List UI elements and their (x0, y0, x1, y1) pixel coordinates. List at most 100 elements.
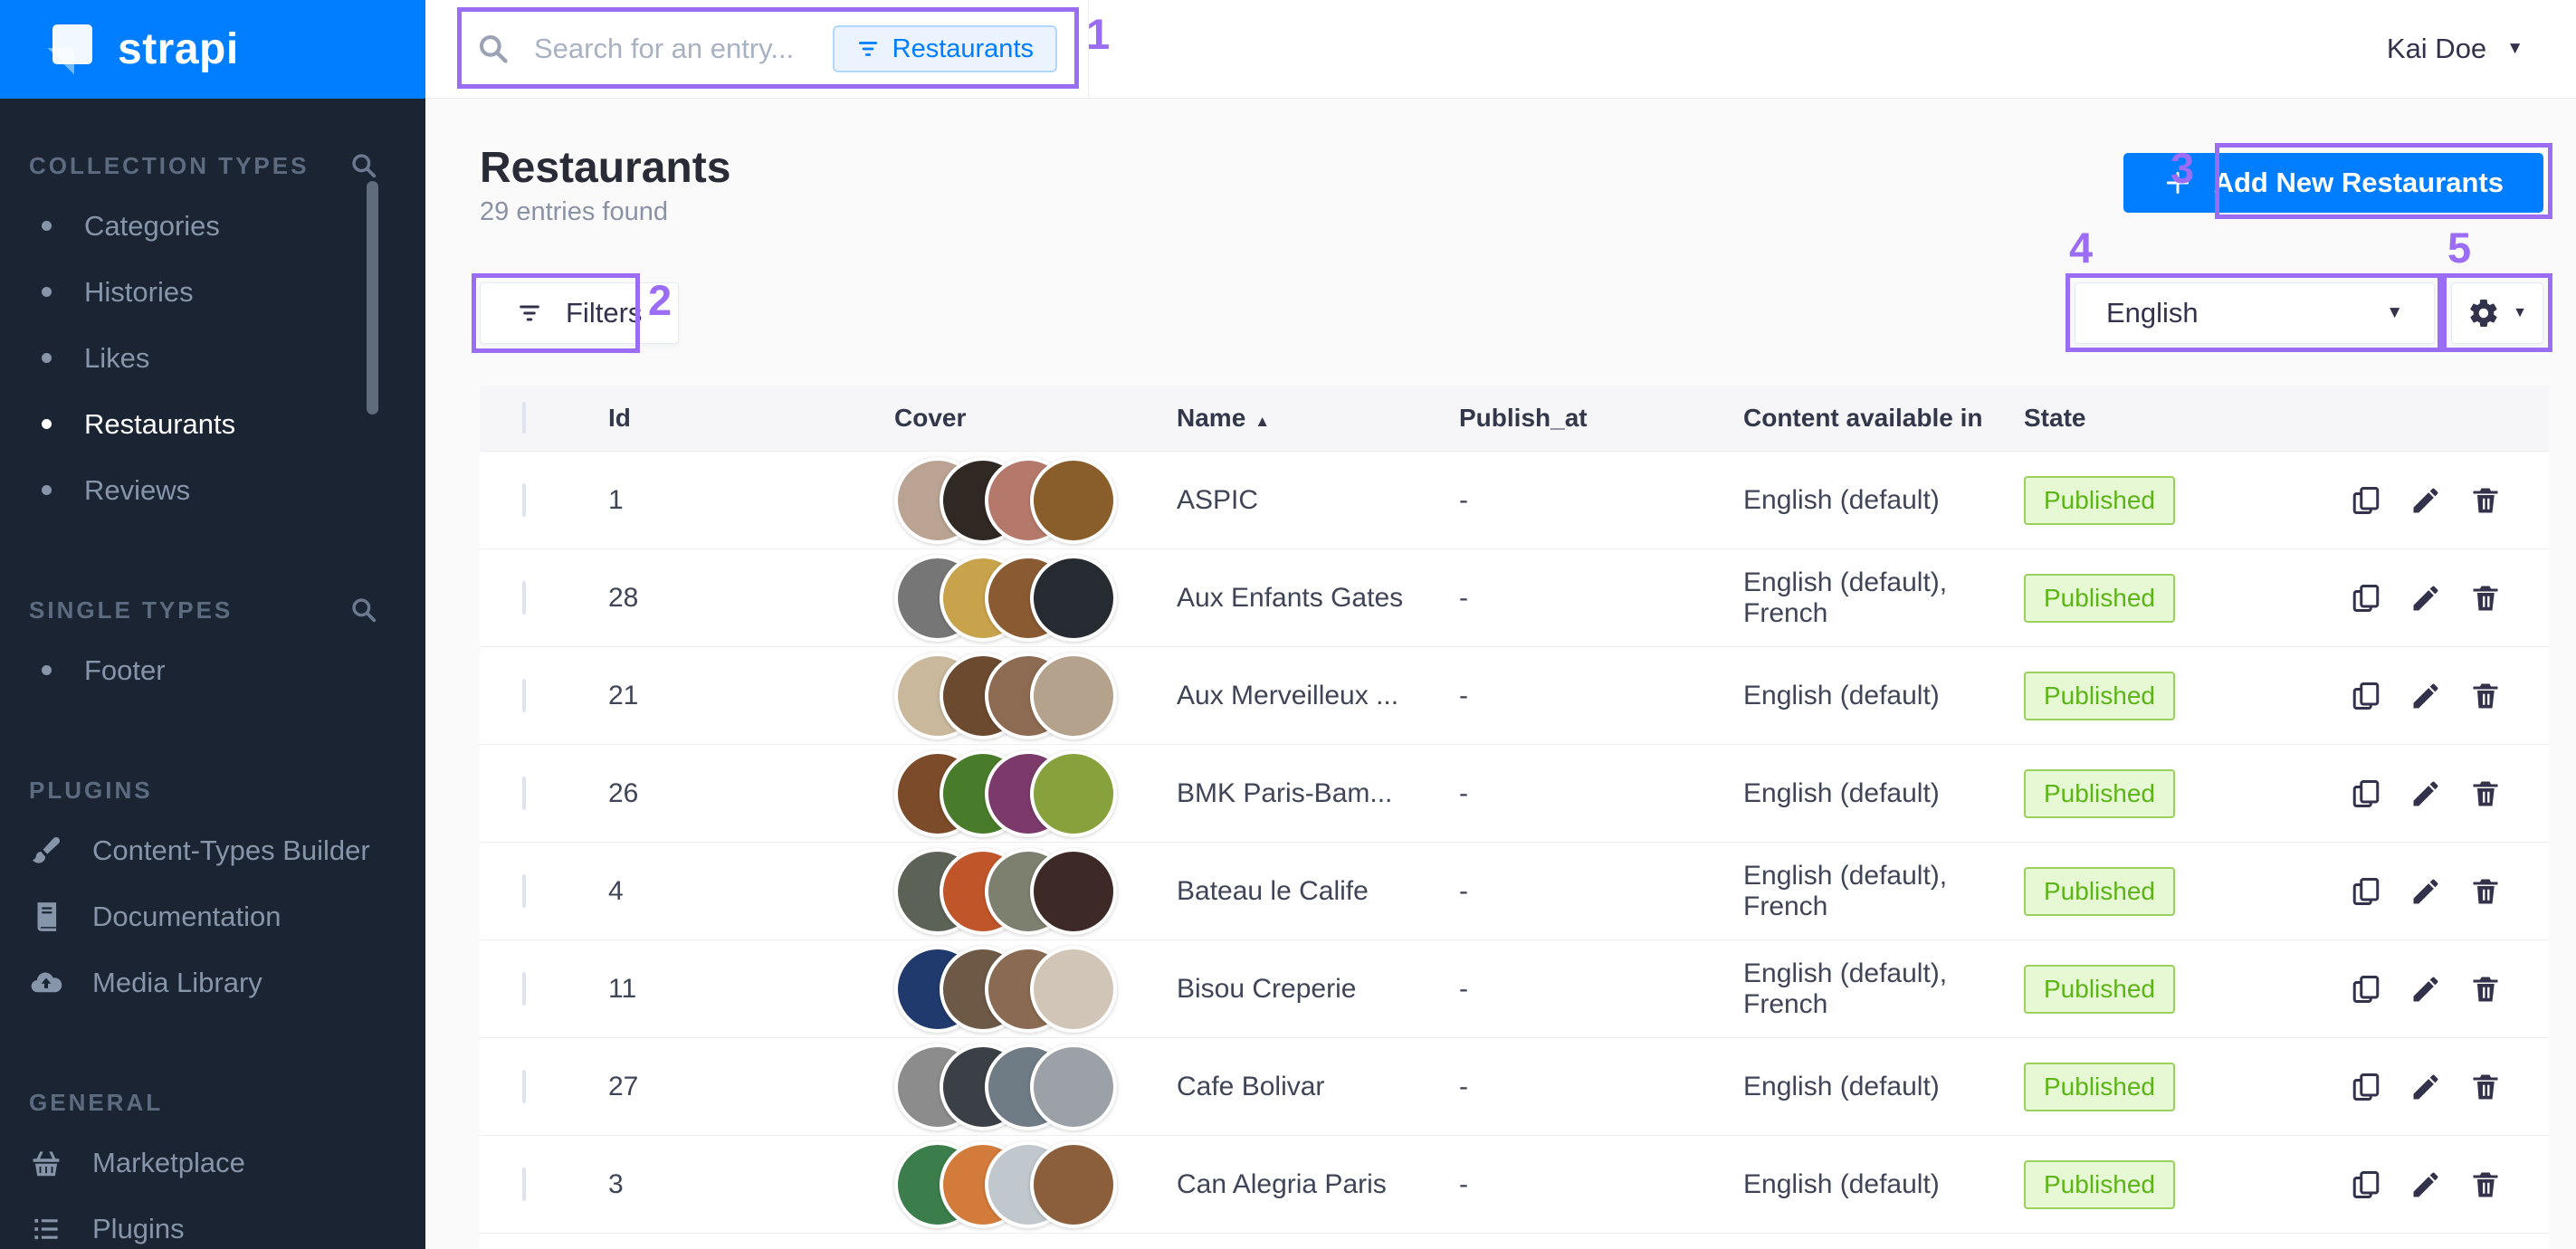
sidebar-item-marketplace[interactable]: Marketplace (0, 1130, 425, 1196)
strapi-logo-icon (47, 24, 98, 75)
bullet-icon (42, 353, 52, 363)
id-value: 26 (608, 778, 894, 809)
select-all-checkbox[interactable] (522, 402, 526, 434)
id-value: 4 (608, 876, 894, 907)
column-header-state[interactable]: State (2024, 404, 2350, 433)
delete-icon[interactable] (2469, 777, 2502, 810)
edit-icon[interactable] (2409, 680, 2442, 712)
edit-icon[interactable] (2409, 484, 2442, 517)
search-input[interactable] (534, 33, 833, 65)
name-value: BMK Paris-Bam... (1177, 778, 1459, 809)
table-row[interactable]: 26 BMK Paris-Bam... - English (default) … (480, 744, 2549, 842)
sidebar-scrollbar[interactable] (367, 181, 378, 415)
sidebar-item-media-library[interactable]: Media Library (0, 949, 425, 1015)
sidebar-item-categories[interactable]: Categories (0, 193, 425, 259)
sidebar-item-likes[interactable]: Likes (0, 325, 425, 391)
table-row[interactable]: 3 Can Alegria Paris - English (default) … (480, 1135, 2549, 1233)
row-checkbox[interactable] (522, 874, 526, 908)
duplicate-icon[interactable] (2350, 1071, 2382, 1103)
delete-icon[interactable] (2469, 875, 2502, 908)
cover-image (1030, 750, 1117, 837)
row-checkbox[interactable] (522, 777, 526, 810)
filters-button[interactable]: Filters (480, 282, 679, 344)
publish-at-value: - (1459, 778, 1743, 809)
edit-icon[interactable] (2409, 582, 2442, 615)
cover-image (1030, 457, 1117, 544)
id-value: 28 (608, 583, 894, 614)
row-checkbox[interactable] (522, 679, 526, 712)
name-value: Bateau le Calife (1177, 876, 1459, 907)
publish-at-value: - (1459, 485, 1743, 516)
duplicate-icon[interactable] (2350, 680, 2382, 712)
column-header-content-available-in[interactable]: Content available in (1743, 404, 2024, 433)
column-header-publish-at[interactable]: Publish_at (1459, 404, 1743, 433)
search-icon[interactable] (349, 596, 378, 624)
sidebar-item-documentation[interactable]: Documentation (0, 883, 425, 949)
edit-icon[interactable] (2409, 875, 2442, 908)
id-value: 1 (608, 485, 894, 516)
edit-icon[interactable] (2409, 973, 2442, 1006)
row-checkbox[interactable] (522, 1168, 526, 1201)
table-settings-button[interactable]: ▼ (2451, 282, 2543, 344)
row-checkbox[interactable] (522, 483, 526, 517)
row-checkbox[interactable] (522, 972, 526, 1006)
column-header-id[interactable]: Id (608, 404, 894, 433)
duplicate-icon[interactable] (2350, 777, 2382, 810)
duplicate-icon[interactable] (2350, 484, 2382, 517)
name-value: Can Alegria Paris (1177, 1169, 1459, 1200)
edit-icon[interactable] (2409, 1071, 2442, 1103)
sidebar-item-content-types-builder[interactable]: Content-Types Builder (0, 817, 425, 883)
section-single-types-label: SINGLE TYPES (0, 583, 425, 637)
cloud-upload-icon (29, 966, 63, 1000)
bullet-icon (42, 665, 52, 675)
search-filter-tag-label: Restaurants (892, 34, 1034, 64)
edit-icon[interactable] (2409, 1168, 2442, 1201)
duplicate-icon[interactable] (2350, 1168, 2382, 1201)
row-checkbox[interactable] (522, 581, 526, 615)
edit-icon[interactable] (2409, 777, 2442, 810)
delete-icon[interactable] (2469, 582, 2502, 615)
book-icon (29, 900, 63, 934)
add-new-restaurants-button[interactable]: Add New Restaurants (2123, 153, 2543, 213)
name-value: Aux Merveilleux ... (1177, 681, 1459, 711)
table-row[interactable]: 28 Aux Enfants Gates - English (default)… (480, 548, 2549, 646)
delete-icon[interactable] (2469, 1168, 2502, 1201)
sidebar-item-plugins[interactable]: Plugins (0, 1196, 425, 1249)
cover-image (1030, 1141, 1117, 1228)
cover-image (1030, 848, 1117, 935)
table-row[interactable]: 27 Cafe Bolivar - English (default) Publ… (480, 1037, 2549, 1135)
delete-icon[interactable] (2469, 973, 2502, 1006)
main-content: Restaurants 29 entries found Add New Res… (425, 100, 2576, 1249)
sidebar-item-histories[interactable]: Histories (0, 259, 425, 325)
delete-icon[interactable] (2469, 1071, 2502, 1103)
duplicate-icon[interactable] (2350, 973, 2382, 1006)
status-badge: Published (2024, 672, 2175, 720)
column-header-cover[interactable]: Cover (894, 404, 1177, 433)
table-row[interactable]: 11 Bisou Creperie - English (default), F… (480, 939, 2549, 1037)
section-plugins: PLUGINS Content-Types Builder Documentat… (0, 763, 425, 1015)
row-checkbox[interactable] (522, 1070, 526, 1103)
sidebar-item-reviews[interactable]: Reviews (0, 457, 425, 523)
bullet-icon (42, 287, 52, 297)
table-row[interactable]: 1 ASPIC - English (default) Published (480, 451, 2549, 548)
chevron-down-icon: ▼ (2506, 39, 2524, 59)
chevron-down-icon: ▼ (2513, 305, 2527, 321)
basket-icon (29, 1146, 63, 1180)
locale-select[interactable]: English ▼ (2075, 282, 2435, 344)
user-menu[interactable]: Kai Doe ▼ (1089, 0, 2576, 98)
search-filter-tag[interactable]: Restaurants (833, 25, 1057, 72)
table-row[interactable]: 21 Aux Merveilleux ... - English (defaul… (480, 646, 2549, 744)
delete-icon[interactable] (2469, 484, 2502, 517)
name-value: ASPIC (1177, 485, 1459, 516)
section-general: GENERAL Marketplace Plugins Settings (0, 1075, 425, 1249)
duplicate-icon[interactable] (2350, 582, 2382, 615)
search-icon[interactable] (349, 151, 378, 180)
sidebar-item-footer[interactable]: Footer (0, 637, 425, 703)
strapi-logo[interactable]: strapi (0, 0, 425, 99)
table-row[interactable]: 4 Bateau le Calife - English (default), … (480, 842, 2549, 939)
delete-icon[interactable] (2469, 680, 2502, 712)
column-header-name[interactable]: Name▲ (1177, 404, 1459, 433)
sidebar-item-restaurants[interactable]: Restaurants (0, 391, 425, 457)
duplicate-icon[interactable] (2350, 875, 2382, 908)
cover-images (894, 457, 1117, 544)
